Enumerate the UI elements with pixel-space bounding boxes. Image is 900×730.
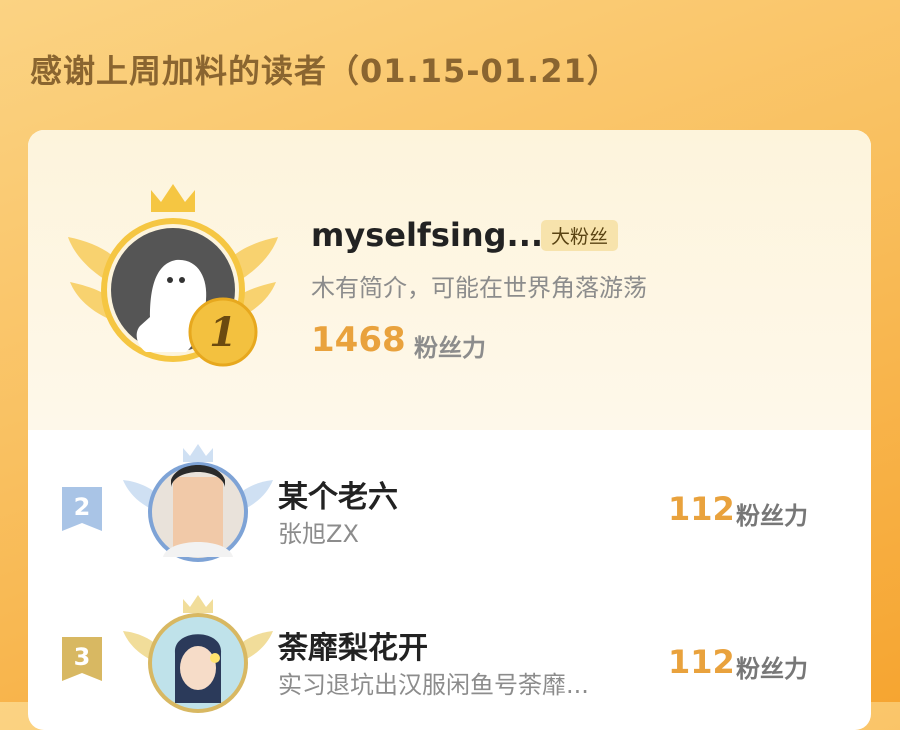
leaderboard-card: 1 myselfsing... 大粉丝 木有简介，可能在世界角落游荡 1468 … [28, 130, 871, 730]
rank-2-flag-icon: 2 [62, 487, 102, 531]
crown-icon [151, 184, 195, 212]
top-reader-name[interactable]: myselfsing... [311, 216, 543, 254]
reader-row[interactable]: 3 荼靡梨花开 实习退坑出汉服闲鱼号荼靡... 112 粉丝力 [28, 585, 871, 730]
rank-3-flag-icon: 3 [62, 637, 102, 681]
top-reader[interactable]: 1 myselfsing... 大粉丝 木有简介，可能在世界角落游荡 1468 … [28, 130, 871, 430]
reader-subtitle: 张旭ZX [278, 520, 359, 548]
top-reader-score: 1468 [311, 320, 406, 360]
reader-row[interactable]: 2 某个老六 张旭ZX 112 粉丝力 [28, 430, 871, 580]
rank-1-number: 1 [209, 309, 237, 356]
reader-score-unit: 粉丝力 [736, 502, 808, 530]
reader-subtitle: 实习退坑出汉服闲鱼号荼靡... [278, 671, 589, 699]
reader-name[interactable]: 荼靡梨花开 [278, 623, 428, 667]
rank-1-avatar[interactable]: 1 [68, 182, 278, 382]
rank-3-number: 3 [74, 643, 91, 671]
rank-2-number: 2 [74, 493, 91, 521]
rank-2-avatar[interactable] [123, 442, 273, 562]
reader-score: 112 [668, 490, 735, 528]
reader-score-unit: 粉丝力 [736, 655, 808, 683]
top-reader-bio: 木有简介，可能在世界角落游荡 [311, 274, 647, 302]
page-title: 感谢上周加料的读者（01.15-01.21） [30, 52, 620, 90]
top-reader-score-unit: 粉丝力 [414, 334, 486, 362]
fan-level-badge: 大粉丝 [541, 220, 619, 251]
reader-name[interactable]: 某个老六 [278, 472, 398, 516]
rank-3-avatar[interactable] [123, 593, 273, 713]
reader-score: 112 [668, 643, 735, 681]
